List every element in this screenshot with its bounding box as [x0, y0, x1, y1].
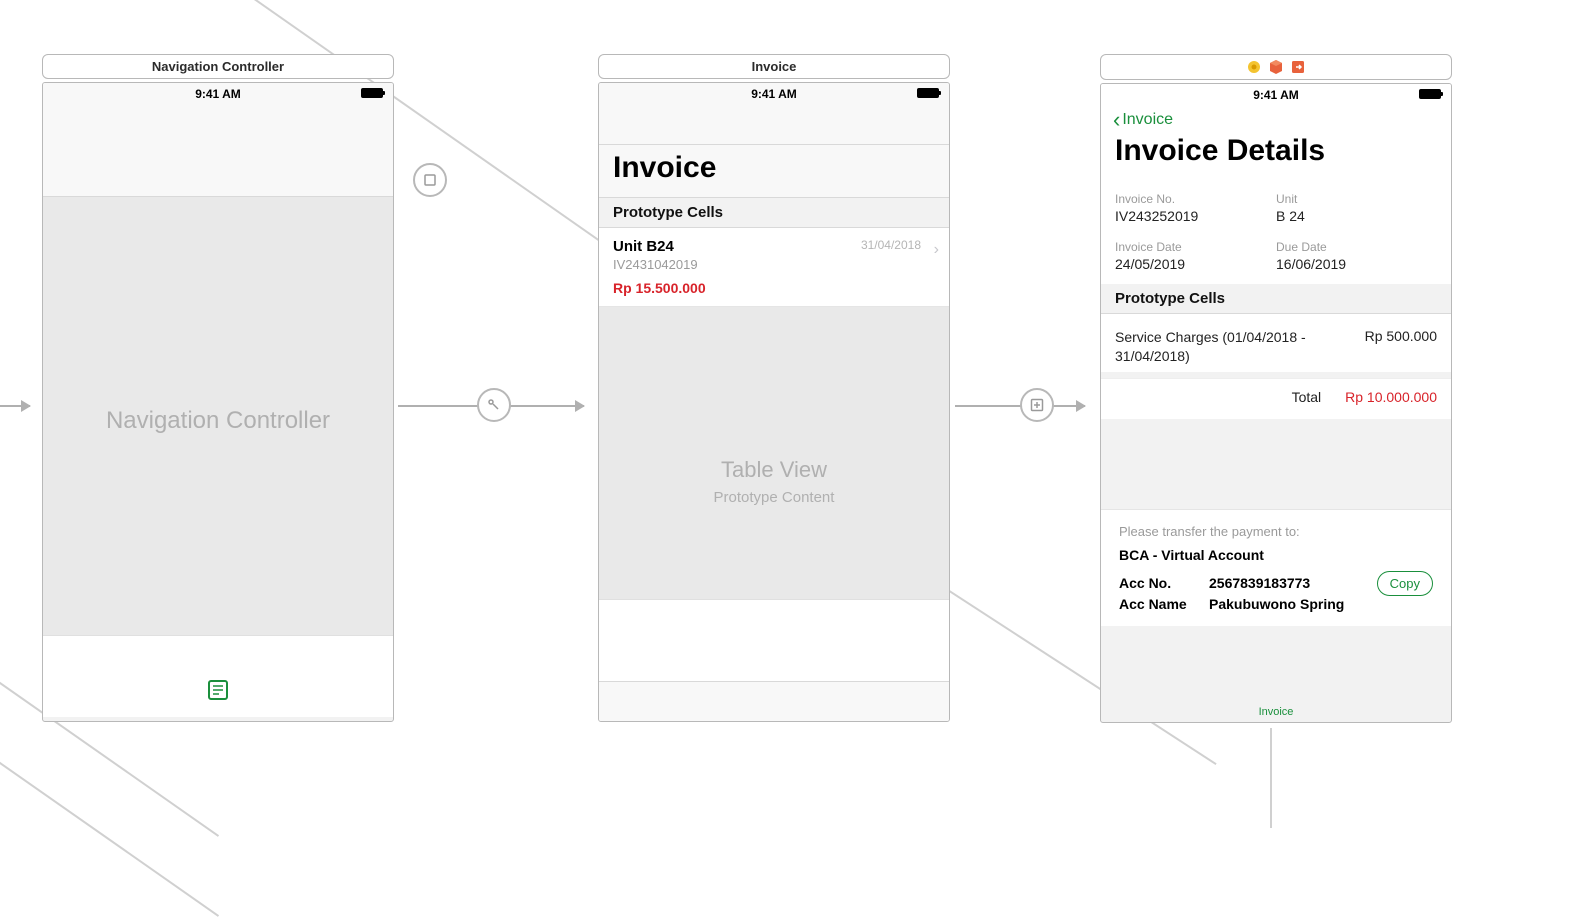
- total-label: Total: [1292, 389, 1322, 405]
- navbar: [599, 105, 949, 145]
- copy-button[interactable]: Copy: [1377, 571, 1433, 596]
- invoice-no-value: IV243252019: [1115, 208, 1276, 224]
- navbar: ‹ Invoice: [1101, 106, 1451, 134]
- cell-unit: Unit B24: [613, 238, 706, 255]
- charge-amount: Rp 500.000: [1365, 328, 1437, 366]
- cube-icon: [1268, 59, 1284, 75]
- invoice-no-label: Invoice No.: [1115, 192, 1276, 206]
- payment-box: Please transfer the payment to: BCA - Vi…: [1101, 509, 1451, 626]
- status-bar: 9:41 AM: [43, 83, 393, 105]
- cell-price: Rp 15.500.000: [613, 280, 706, 296]
- large-title: Invoice Details: [1101, 134, 1451, 180]
- exit-icon: [1290, 59, 1306, 75]
- acc-no-value: 2567839183773: [1209, 575, 1363, 591]
- phone-frame: 9:41 AM ‹ Invoice Invoice Details Invoic…: [1100, 83, 1452, 723]
- invoice-date-value: 24/05/2019: [1115, 256, 1276, 272]
- cell-date: 31/04/2018: [861, 238, 921, 252]
- navbar: [43, 105, 393, 197]
- battery-icon: [1419, 89, 1441, 99]
- section-header: Prototype Cells: [1101, 284, 1451, 314]
- bg-line: [1270, 728, 1272, 828]
- white-strip: [43, 635, 393, 717]
- content-area: Navigation Controller: [43, 197, 393, 717]
- acc-no-label: Acc No.: [1119, 575, 1209, 591]
- tableview-sub: Prototype Content: [599, 489, 949, 506]
- charge-desc: Service Charges (01/04/2018 - 31/04/2018…: [1115, 328, 1315, 366]
- segue-relationship-icon[interactable]: [413, 163, 447, 197]
- status-time: 9:41 AM: [195, 87, 241, 101]
- section-header: Prototype Cells: [599, 198, 949, 228]
- tab-label[interactable]: Invoice: [1101, 706, 1451, 718]
- gap: [1101, 419, 1451, 509]
- scene-invoice-details[interactable]: 9:41 AM ‹ Invoice Invoice Details Invoic…: [1100, 54, 1452, 723]
- large-title: Invoice: [599, 145, 949, 198]
- segue-arrow: [0, 405, 30, 407]
- battery-icon: [361, 88, 383, 98]
- scene-navigation-controller[interactable]: Navigation Controller 9:41 AM Navigation…: [42, 54, 394, 722]
- tabbar: [599, 681, 949, 721]
- acc-name-label: Acc Name: [1119, 596, 1209, 612]
- cell-invoice-id: IV2431042019: [613, 257, 706, 272]
- payment-intro: Please transfer the payment to:: [1119, 524, 1433, 539]
- due-date-value: 16/06/2019: [1276, 256, 1437, 272]
- scene-title-bar[interactable]: Navigation Controller: [42, 54, 394, 79]
- invoice-date-label: Invoice Date: [1115, 240, 1276, 254]
- status-time: 9:41 AM: [1253, 88, 1299, 102]
- back-label: Invoice: [1122, 111, 1173, 129]
- bg-line: [0, 720, 219, 917]
- unit-value: B 24: [1276, 208, 1437, 224]
- payment-bank: BCA - Virtual Account: [1119, 547, 1433, 563]
- white-strip: [599, 599, 949, 681]
- back-button[interactable]: ‹ Invoice: [1113, 109, 1173, 131]
- table-placeholder: Table View Prototype Content: [599, 307, 949, 637]
- segue-show-icon[interactable]: [477, 388, 511, 422]
- tab-placeholder-icon: [206, 678, 230, 707]
- total-amount: Rp 10.000.000: [1345, 389, 1437, 405]
- nav-controller-placeholder: Navigation Controller: [43, 197, 393, 435]
- scene-title-label: Navigation Controller: [152, 59, 284, 74]
- status-bar: 9:41 AM: [599, 83, 949, 105]
- acc-name-value: Pakubuwono Spring: [1209, 596, 1433, 612]
- unit-label: Unit: [1276, 192, 1437, 206]
- phone-frame: 9:41 AM Invoice Prototype Cells Unit B24…: [598, 82, 950, 722]
- circle-icon: [1246, 59, 1262, 75]
- status-bar: 9:41 AM: [1101, 84, 1451, 106]
- tableview-label: Table View: [599, 457, 949, 483]
- battery-icon: [917, 88, 939, 98]
- storyboard-canvas[interactable]: Navigation Controller 9:41 AM Navigation…: [0, 0, 1576, 824]
- status-time: 9:41 AM: [751, 87, 797, 101]
- invoice-fields: Invoice No. IV243252019 Unit B 24 Invoic…: [1101, 180, 1451, 284]
- phone-frame: 9:41 AM Navigation Controller: [42, 82, 394, 722]
- segue-show-icon[interactable]: [1020, 388, 1054, 422]
- charge-row: Service Charges (01/04/2018 - 31/04/2018…: [1101, 314, 1451, 372]
- due-date-label: Due Date: [1276, 240, 1437, 254]
- scene-title-bar[interactable]: Invoice: [598, 54, 950, 79]
- scene-invoice-list[interactable]: Invoice 9:41 AM Invoice Prototype Cells …: [598, 54, 950, 722]
- invoice-cell[interactable]: Unit B24 IV2431042019 Rp 15.500.000 31/0…: [599, 228, 949, 307]
- chevron-left-icon: ‹: [1113, 109, 1120, 131]
- total-row: Total Rp 10.000.000: [1101, 378, 1451, 419]
- chevron-right-icon: ›: [934, 241, 939, 259]
- scene-title-label: Invoice: [752, 59, 797, 74]
- scene-title-bar[interactable]: [1100, 54, 1452, 80]
